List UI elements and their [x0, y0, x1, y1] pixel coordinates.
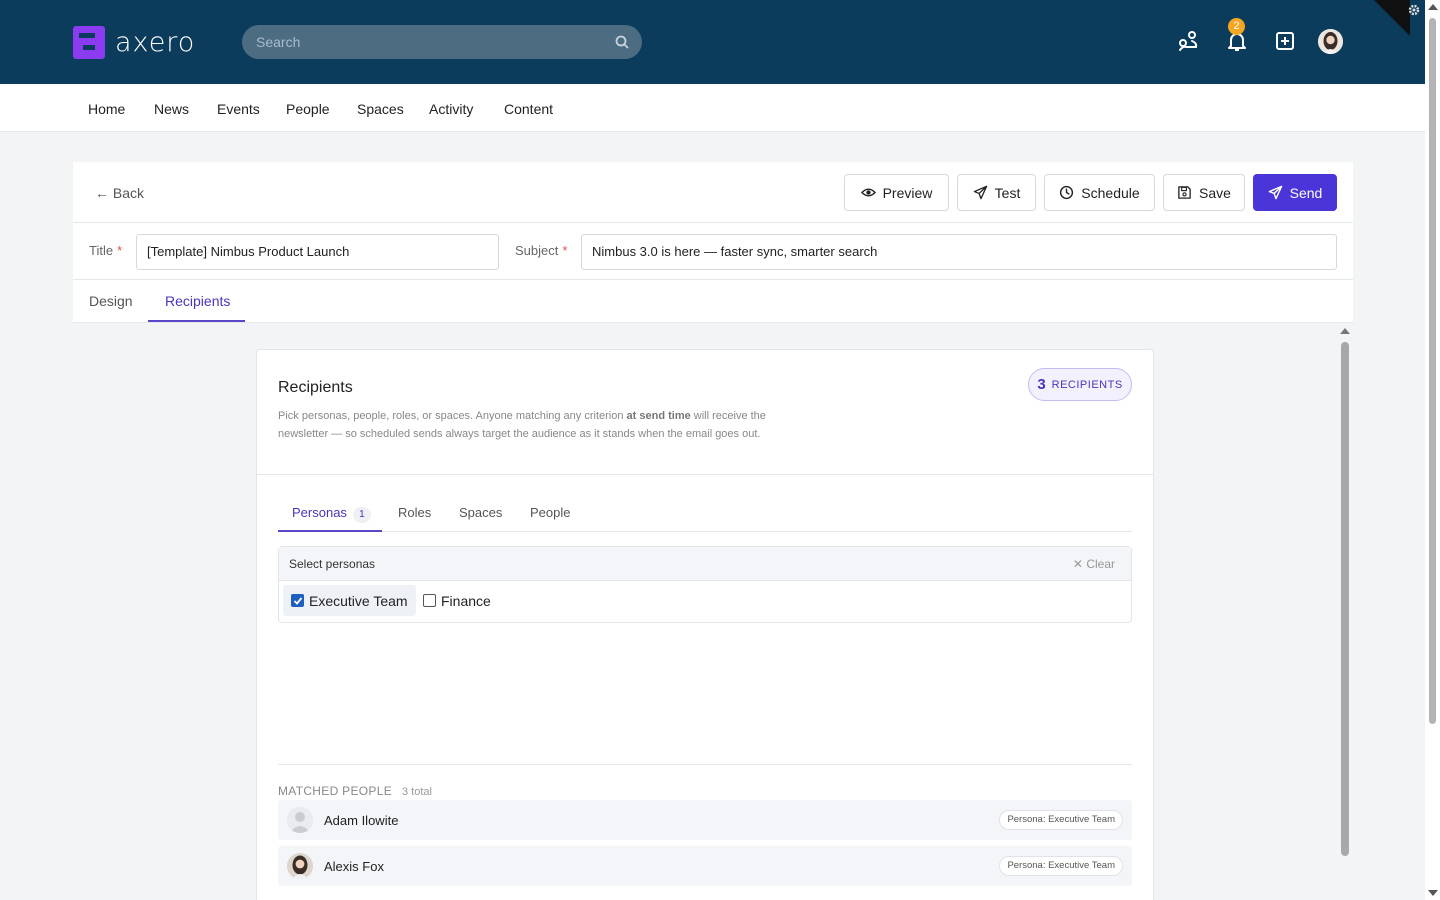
top-header: axero 2	[0, 0, 1425, 84]
title-field[interactable]: [Template] Nimbus Product Launch	[136, 234, 499, 270]
send-button[interactable]: Send	[1253, 174, 1337, 211]
notification-badge: 2	[1228, 18, 1245, 35]
clock-icon	[1060, 185, 1074, 200]
recipients-count: 3	[1037, 376, 1046, 393]
tab-people[interactable]: People	[530, 505, 570, 520]
back-link[interactable]: ← Back	[95, 185, 144, 201]
tab-spaces[interactable]: Spaces	[459, 505, 502, 520]
nav-item-activity[interactable]: Activity	[429, 101, 473, 117]
settings-corner[interactable]	[1374, 0, 1410, 36]
page-scrollbar[interactable]	[1425, 0, 1440, 900]
matched-people-count: 3 total	[402, 786, 432, 798]
scroll-down-arrow[interactable]	[1428, 890, 1438, 896]
content-scrollbar[interactable]	[1338, 326, 1353, 900]
logo-mark-icon	[73, 26, 105, 59]
preview-label: Preview	[882, 184, 933, 201]
send-label: Send	[1289, 184, 1323, 201]
editor-tabs: Design Recipients	[73, 280, 1353, 323]
axero-logo[interactable]: axero	[73, 26, 195, 59]
content-scrollbar-thumb[interactable]	[1341, 342, 1349, 856]
search-input[interactable]	[242, 25, 582, 59]
default-avatar-icon	[287, 807, 313, 833]
persona-selector-header: Select personas ✕ Clear	[279, 547, 1131, 581]
nav-item-events[interactable]: Events	[217, 101, 260, 117]
nav-item-news[interactable]: News	[154, 101, 189, 117]
persona-label: Finance	[441, 592, 491, 609]
avatar	[287, 853, 313, 879]
recipients-header: Recipients Pick personas, people, roles,…	[257, 350, 1153, 475]
criteria-tabs: Personas 1 Roles Spaces People	[278, 496, 1132, 532]
logo-text: axero	[115, 27, 196, 58]
nav-item-spaces[interactable]: Spaces	[357, 101, 404, 117]
title-label: Title *	[89, 243, 123, 258]
schedule-button[interactable]: Schedule	[1044, 174, 1155, 211]
matched-person-row[interactable]: Adam Ilowite Persona: Executive Team	[278, 800, 1132, 840]
tab-personas[interactable]: Personas 1	[292, 505, 371, 523]
matched-person-row[interactable]: Alexis Fox Persona: Executive Team	[278, 846, 1132, 886]
matched-people-heading: MATCHED PEOPLE 3 total	[278, 784, 432, 798]
nav-item-people[interactable]: People	[286, 101, 330, 117]
criteria-tab-underline	[278, 530, 382, 532]
recipients-card: Recipients Pick personas, people, roles,…	[256, 349, 1154, 900]
schedule-label: Schedule	[1081, 184, 1140, 201]
recipients-title: Recipients	[278, 379, 353, 396]
tab-roles[interactable]: Roles	[398, 505, 431, 520]
persona-option-finance[interactable]: Finance	[415, 585, 499, 616]
eye-icon	[860, 188, 876, 197]
title-subject-row: Title * [Template] Nimbus Product Launch …	[73, 223, 1353, 280]
save-label: Save	[1199, 184, 1231, 201]
persona-option-executive-team[interactable]: Executive Team	[283, 585, 416, 616]
check-icon	[293, 596, 302, 605]
close-icon: ✕	[1072, 557, 1083, 571]
editor-toolbar: ← Back Preview Test Schedule Save Send	[73, 162, 1353, 223]
paper-plane-icon	[973, 185, 987, 200]
checkbox-unchecked[interactable]	[423, 594, 436, 607]
search-bar[interactable]	[242, 25, 642, 59]
send-plane-icon	[1268, 185, 1282, 200]
search-icon[interactable]	[614, 34, 630, 50]
newsletter-editor: ← Back Preview Test Schedule Save Send T…	[73, 162, 1353, 323]
scroll-up-arrow[interactable]	[1428, 4, 1438, 10]
subject-label: Subject *	[515, 243, 568, 258]
user-flow-icon[interactable]	[1176, 29, 1200, 53]
scrollbar-thumb[interactable]	[1429, 18, 1436, 724]
section-divider	[278, 764, 1132, 765]
content-scroll-up-arrow[interactable]	[1340, 328, 1350, 334]
gear-icon[interactable]	[1406, 2, 1422, 18]
test-button[interactable]: Test	[957, 174, 1036, 211]
recipients-count-badge: 3 RECIPIENTS	[1028, 368, 1132, 401]
select-personas-title: Select personas	[289, 557, 376, 571]
save-button[interactable]: Save	[1163, 174, 1245, 211]
tab-design[interactable]: Design	[89, 293, 133, 309]
person-name: Adam Ilowite	[324, 813, 399, 828]
recipients-count-label: RECIPIENTS	[1051, 378, 1123, 391]
persona-label: Executive Team	[309, 592, 408, 609]
checkbox-checked[interactable]	[291, 594, 304, 607]
tab-recipients[interactable]: Recipients	[165, 293, 230, 309]
recipients-description: Pick personas, people, roles, or spaces.…	[278, 410, 766, 440]
subject-field[interactable]: Nimbus 3.0 is here — faster sync, smarte…	[581, 234, 1337, 270]
main-nav: Home News Events People Spaces Activity …	[0, 84, 1425, 132]
person-name: Alexis Fox	[324, 859, 384, 874]
personas-count-badge: 1	[352, 507, 371, 523]
add-content-icon[interactable]	[1273, 29, 1297, 53]
preview-button[interactable]: Preview	[844, 174, 949, 211]
active-tab-underline	[148, 320, 245, 322]
persona-tag: Persona: Executive Team	[999, 856, 1123, 876]
nav-item-content[interactable]: Content	[504, 101, 553, 117]
nav-item-home[interactable]: Home	[88, 101, 125, 117]
user-avatar[interactable]	[1318, 29, 1343, 54]
persona-tag: Persona: Executive Team	[999, 810, 1123, 830]
persona-selector: Select personas ✕ Clear Executive Team F…	[278, 546, 1132, 623]
test-label: Test	[994, 184, 1021, 201]
floppy-disk-icon	[1178, 186, 1191, 199]
clear-button[interactable]: ✕ Clear	[1073, 557, 1115, 571]
